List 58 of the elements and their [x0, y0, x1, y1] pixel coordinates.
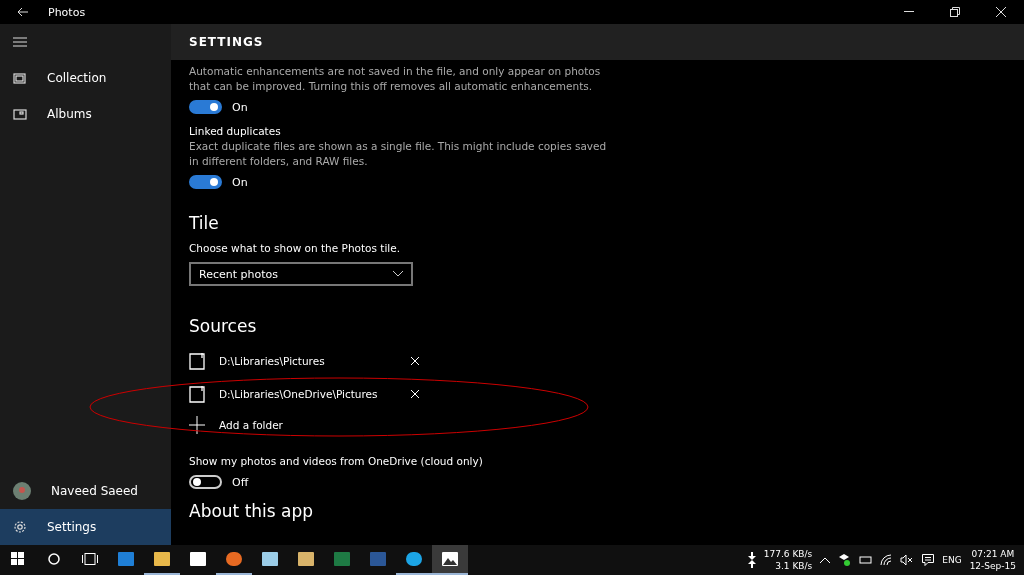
back-arrow-icon: [17, 7, 29, 17]
page-title: SETTINGS: [189, 35, 264, 49]
windows-logo-icon: [11, 552, 25, 566]
notification-icon[interactable]: [922, 554, 935, 566]
section-heading: About this app: [189, 501, 315, 521]
section-heading: Sources: [189, 316, 258, 336]
sidebar-item[interactable]: Naveed Saeed: [0, 473, 171, 509]
muted-speaker-icon[interactable]: [900, 555, 915, 565]
tile-dropdown[interactable]: Recent photos: [189, 262, 413, 286]
battery-icon[interactable]: [858, 555, 873, 565]
chevron-down-icon: [393, 271, 403, 277]
plus-icon: [189, 416, 205, 434]
restore-icon: [950, 7, 960, 17]
avatar-icon: [13, 482, 31, 500]
folder-path: D:\Libraries\OneDrive\Pictures: [219, 387, 379, 400]
menu-icon: [13, 37, 27, 47]
setting-prompt: Choose what to show on the Photos tile.: [189, 241, 402, 256]
language-indicator[interactable]: ENG: [942, 554, 962, 566]
window-title: Photos: [48, 5, 87, 19]
toggle-switch[interactable]: [189, 475, 222, 489]
album-icon: [13, 107, 27, 121]
toggle-state-label: On: [232, 100, 248, 114]
circle-icon: [47, 552, 61, 566]
wifi-icon[interactable]: [880, 554, 893, 566]
chevron-up-icon[interactable]: [820, 557, 831, 563]
minimize-icon: [904, 11, 914, 13]
folder-outline-icon: [189, 384, 205, 403]
download-arrow-icon: [747, 552, 756, 560]
folder-outline-icon: [189, 351, 205, 370]
sidebar-item[interactable]: Settings: [0, 509, 171, 545]
section-heading: Tile: [189, 213, 220, 233]
photos-stack-icon: [13, 71, 27, 85]
toggle-state-label: Off: [232, 475, 249, 489]
remove-folder-button[interactable]: [411, 356, 419, 365]
description-text: Automatic enhancements are not saved in the file, and only appear on photos that can be improved. Turning this off removes all automatic enhancements.: [189, 64, 602, 94]
description-text: Exact duplicate files are shown as a single file. This might include copies saved in different folders, and RAW files.: [189, 139, 608, 169]
upload-speed: 3.1 KB/s: [775, 560, 813, 572]
download-speed: 177.6 KB/s: [763, 548, 813, 560]
sidebar-item[interactable]: Collection: [0, 60, 171, 96]
taskbar-app-button[interactable]: [432, 545, 468, 575]
task-view-icon: [82, 553, 98, 565]
close-icon: [996, 7, 1006, 17]
folder-icon: [153, 550, 171, 568]
clock-time: 07:21 AM: [971, 548, 1015, 560]
toggle-switch[interactable]: [189, 175, 222, 189]
sidebar-item[interactable]: Albums: [0, 96, 171, 132]
shopping-bag-icon: [189, 550, 207, 568]
setting-title: Linked duplicates: [189, 124, 282, 139]
toggle-state-label: On: [232, 175, 248, 189]
folder-path: D:\Libraries\Pictures: [219, 354, 326, 367]
add-folder-button[interactable]: Add a folder: [189, 410, 1006, 440]
settings-icon: [13, 520, 27, 534]
upload-arrow-icon: [747, 560, 756, 568]
remove-folder-button[interactable]: [411, 389, 419, 398]
setting-title: Show my photos and videos from OneDrive (cloud only): [189, 454, 484, 469]
toggle-switch[interactable]: [189, 100, 222, 114]
clock-date: 12-Sep-15: [969, 560, 1016, 572]
mountain-picture-icon: [441, 550, 459, 568]
